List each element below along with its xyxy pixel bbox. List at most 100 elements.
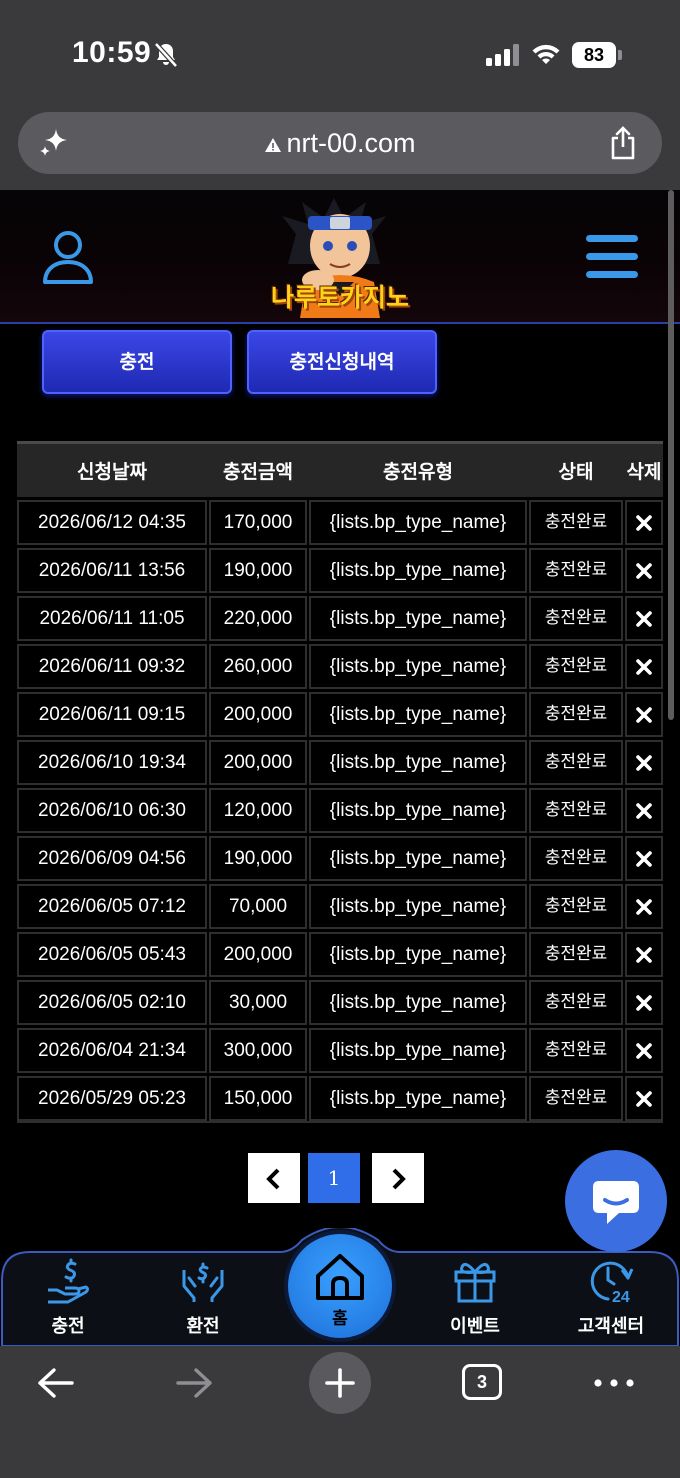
close-x-icon [636, 563, 652, 579]
close-x-icon [636, 995, 652, 1011]
hamburger-menu-icon[interactable] [586, 234, 638, 280]
cell-charge-type: {lists.bp_type_name} [309, 1028, 527, 1073]
cell-request-date: 2026/06/04 21:34 [17, 1028, 207, 1073]
nav-support-label: 고객센터 [577, 1316, 645, 1337]
browser-address-area: nrt-00.com [0, 104, 680, 190]
nav-support[interactable]: 24 고객센터 [556, 1252, 666, 1344]
cell-charge-amount: 190,000 [209, 548, 307, 593]
cell-charge-type: {lists.bp_type_name} [309, 644, 527, 689]
delete-row-button[interactable] [625, 596, 663, 641]
cell-charge-amount: 200,000 [209, 740, 307, 785]
cell-charge-amount: 30,000 [209, 980, 307, 1025]
prev-page-button[interactable] [248, 1153, 300, 1203]
chevron-right-icon [392, 1168, 406, 1189]
address-bar[interactable]: nrt-00.com [18, 112, 662, 174]
cell-charge-type: {lists.bp_type_name} [309, 980, 527, 1025]
nav-withdraw[interactable]: 환전 [148, 1252, 258, 1344]
live-chat-button[interactable] [565, 1150, 667, 1252]
chevron-left-icon [266, 1168, 280, 1189]
cell-charge-amount: 200,000 [209, 692, 307, 737]
table-body: 2026/06/12 04:35 170,000 {lists.bp_type_na… [17, 497, 663, 1121]
charge-history-table: 신청날짜 충전금액 충전유형 상태 삭제 2026/06/12 04:35 170… [17, 441, 663, 1123]
cell-request-date: 2026/06/05 07:12 [17, 884, 207, 929]
delete-row-button[interactable] [625, 788, 663, 833]
cell-status: 충전완료 [529, 692, 623, 737]
gift-icon [454, 1262, 496, 1303]
support-24-icon: 24 [590, 1261, 634, 1304]
table-row: 2026/06/05 05:43 200,000 {lists.bp_type_na… [17, 929, 663, 977]
cell-request-date: 2026/06/11 13:56 [17, 548, 207, 593]
user-profile-icon[interactable] [42, 230, 94, 286]
close-x-icon [636, 659, 652, 675]
cell-status: 충전완료 [529, 836, 623, 881]
delete-row-button[interactable] [625, 740, 663, 785]
nav-event-label: 이벤트 [450, 1316, 500, 1337]
chat-bubble-icon [593, 1181, 639, 1224]
battery-tip [618, 50, 622, 60]
next-page-button[interactable] [372, 1153, 424, 1203]
table-row: 2026/06/09 04:56 190,000 {lists.bp_type_na… [17, 833, 663, 881]
battery-indicator: 83 [572, 42, 622, 68]
cell-charge-amount: 260,000 [209, 644, 307, 689]
home-icon [316, 1254, 364, 1300]
header-delete: 삭제 [626, 461, 662, 483]
sparkle-icon[interactable] [38, 127, 70, 159]
close-x-icon [636, 851, 652, 867]
nav-event[interactable]: 이벤트 [420, 1252, 530, 1344]
cell-request-date: 2026/06/09 04:56 [17, 836, 207, 881]
more-options-icon[interactable] [592, 1360, 636, 1406]
nav-home[interactable]: 홈 [288, 1234, 392, 1338]
tab-charge[interactable]: 충전 [42, 330, 232, 394]
tabs-button[interactable]: 3 [462, 1364, 502, 1400]
share-icon[interactable] [606, 126, 640, 160]
page-scrollbar[interactable] [668, 190, 674, 720]
battery-level: 83 [572, 42, 616, 68]
delete-row-button[interactable] [625, 932, 663, 977]
status-time: 10:59 [72, 36, 152, 69]
page-number-current[interactable]: 1 [308, 1153, 360, 1203]
cell-charge-type: {lists.bp_type_name} [309, 1076, 527, 1121]
table-row: 2026/06/05 07:12 70,000 {lists.bp_type_nam… [17, 881, 663, 929]
delete-row-button[interactable] [625, 1076, 663, 1121]
delete-row-button[interactable] [625, 884, 663, 929]
header-request-date: 신청날짜 [77, 461, 147, 483]
site-logo[interactable]: 나루토카지노 [256, 194, 424, 318]
table-row: 2026/06/05 02:10 30,000 {lists.bp_type_nam… [17, 977, 663, 1025]
cell-charge-amount: 120,000 [209, 788, 307, 833]
cell-status: 충전완료 [529, 788, 623, 833]
cell-request-date: 2026/06/05 05:43 [17, 932, 207, 977]
delete-row-button[interactable] [625, 500, 663, 545]
cell-status: 충전완료 [529, 1028, 623, 1073]
delete-row-button[interactable] [625, 836, 663, 881]
close-x-icon [636, 755, 652, 771]
cell-charge-amount: 170,000 [209, 500, 307, 545]
cell-charge-amount: 200,000 [209, 932, 307, 977]
delete-row-button[interactable] [625, 1028, 663, 1073]
delete-row-button[interactable] [625, 644, 663, 689]
cell-status: 충전완료 [529, 884, 623, 929]
delete-row-button[interactable] [625, 980, 663, 1025]
cell-status: 충전완료 [529, 548, 623, 593]
not-secure-warning-icon [265, 137, 282, 152]
new-tab-button[interactable] [309, 1352, 371, 1414]
tab-charge-history[interactable]: 충전신청내역 [247, 330, 437, 394]
forward-arrow-icon[interactable] [176, 1360, 218, 1406]
url-field[interactable]: nrt-00.com [18, 112, 662, 174]
cell-request-date: 2026/06/05 02:10 [17, 980, 207, 1025]
close-x-icon [636, 1091, 652, 1107]
close-x-icon [636, 707, 652, 723]
back-arrow-icon[interactable] [32, 1360, 74, 1406]
cell-request-date: 2026/06/11 09:15 [17, 692, 207, 737]
close-x-icon [636, 947, 652, 963]
table-row: 2026/06/11 11:05 220,000 {lists.bp_type_na… [17, 593, 663, 641]
cell-status: 충전완료 [529, 500, 623, 545]
close-x-icon [636, 803, 652, 819]
delete-row-button[interactable] [625, 692, 663, 737]
cell-status: 충전완료 [529, 932, 623, 977]
table-bottom-border [17, 1121, 663, 1123]
cell-charge-type: {lists.bp_type_name} [309, 548, 527, 593]
cell-charge-amount: 70,000 [209, 884, 307, 929]
delete-row-button[interactable] [625, 548, 663, 593]
nav-deposit[interactable]: 충전 [13, 1252, 123, 1344]
table-header: 신청날짜 충전금액 충전유형 상태 삭제 [17, 441, 663, 497]
